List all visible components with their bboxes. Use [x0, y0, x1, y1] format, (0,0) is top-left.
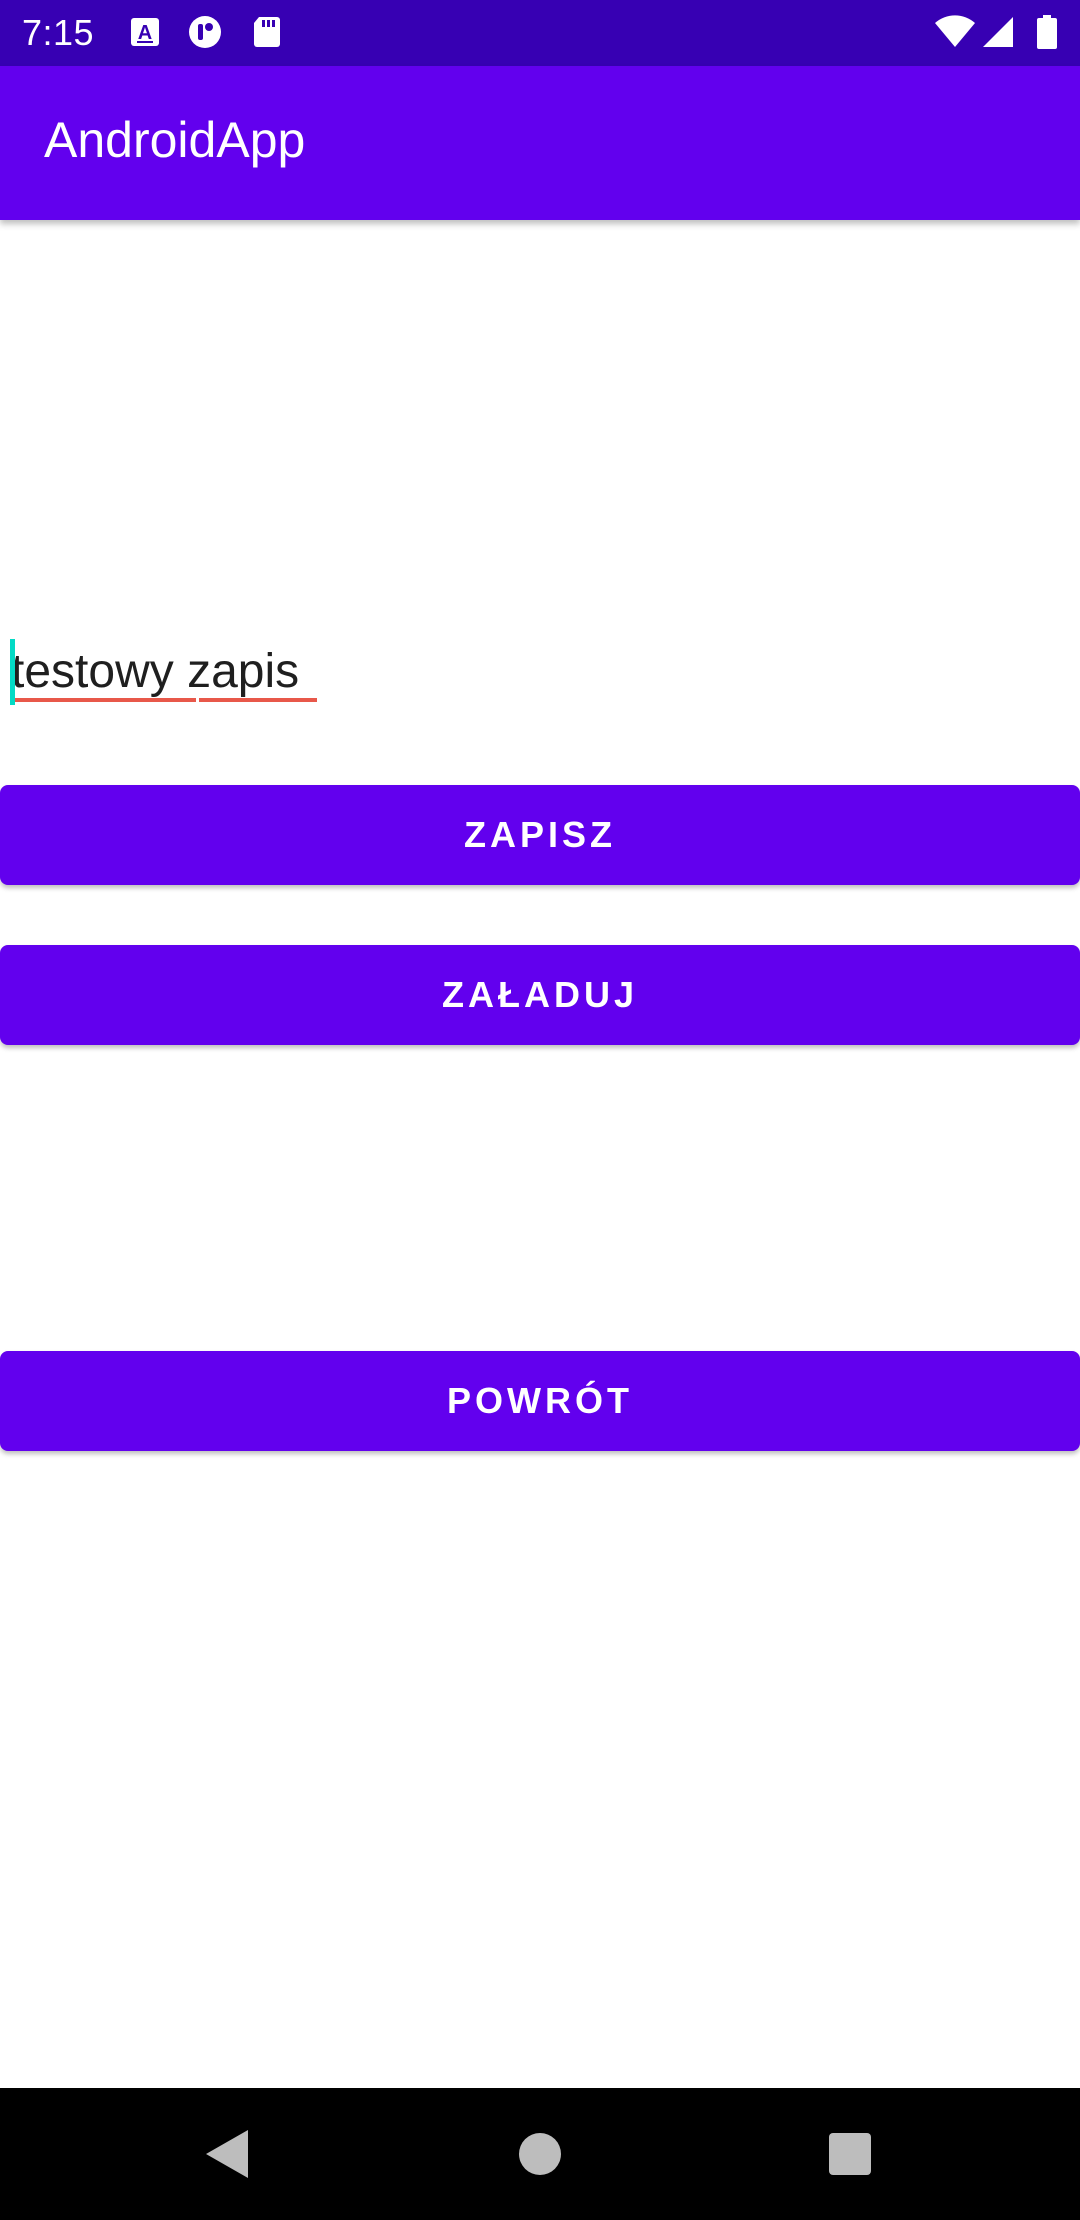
- app-title: AndroidApp: [44, 112, 306, 168]
- home-icon[interactable]: [504, 2118, 576, 2190]
- keyboard-icon: A: [131, 18, 159, 46]
- text-cursor: [10, 639, 15, 705]
- spellcheck-underline: [11, 698, 196, 702]
- signal-icon: [983, 17, 1013, 47]
- spellcheck-underline: [199, 698, 317, 702]
- wifi-icon: [935, 15, 975, 47]
- text-input-value[interactable]: testowy zapis: [11, 642, 299, 702]
- back-icon[interactable]: [190, 2118, 262, 2190]
- recents-icon[interactable]: [814, 2118, 886, 2190]
- battery-icon: [1037, 15, 1057, 49]
- status-bar: 7:15 A: [0, 0, 1080, 66]
- back-button[interactable]: POWRÓT: [0, 1351, 1080, 1451]
- text-input-field[interactable]: testowy zapis: [10, 430, 1070, 970]
- navigation-bar: [0, 2088, 1080, 2220]
- notification-app-icon: [189, 16, 221, 48]
- load-button[interactable]: ZAŁADUJ: [0, 945, 1080, 1045]
- sd-card-icon: [254, 17, 280, 47]
- save-button[interactable]: ZAPISZ: [0, 785, 1080, 885]
- main-content: testowy zapis ZAPISZ ZAŁADUJ POWRÓT: [0, 220, 1080, 2088]
- status-time: 7:15: [22, 12, 95, 53]
- svg-text:A: A: [138, 22, 152, 44]
- app-bar: AndroidApp: [0, 66, 1080, 220]
